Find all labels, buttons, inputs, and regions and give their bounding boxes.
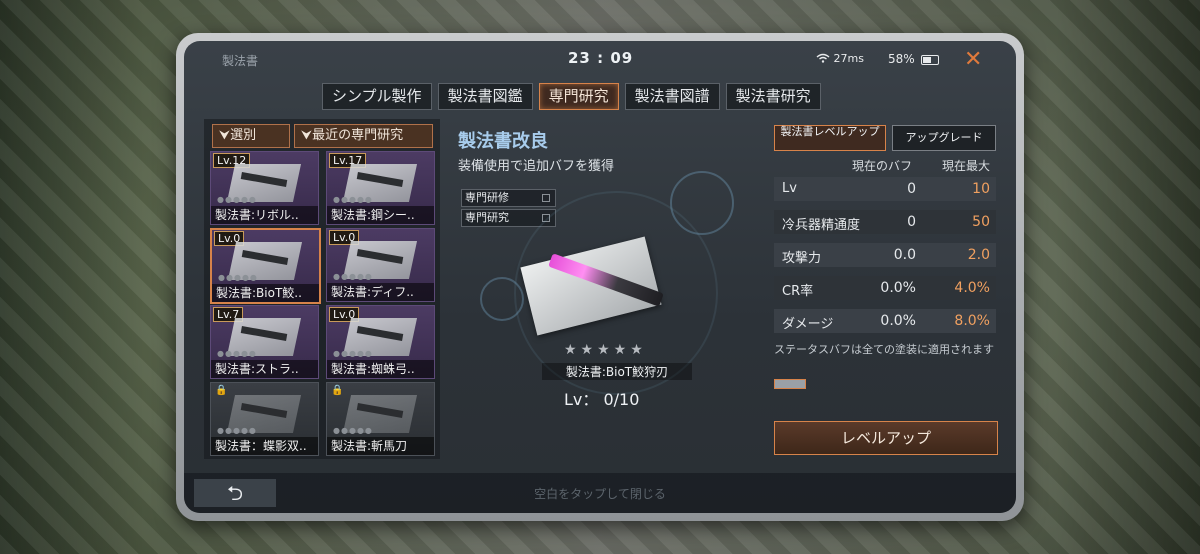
selected-item-name: 製法書:BioT鮫狩刃 [542,363,692,380]
tab-recipe-chart[interactable]: 製法書図譜 [624,83,720,110]
tab-specialty-research[interactable]: 専門研究 [538,83,619,110]
panel-title: 製法書改良 [458,131,548,152]
recipe-level-up-tab[interactable]: 製法書レベルアップ [774,125,886,151]
card-name: 製法書:蜘蛛弓.. [327,360,434,378]
stat-current: 0 [907,181,916,197]
card-name: 製法書:BioT鮫.. [212,284,319,302]
lock-icon: 🔒 [215,385,228,396]
close-icon[interactable]: ✕ [964,47,982,72]
stat-row: CR率 0.0% 4.0% [774,276,996,300]
window-title: 製法書 [222,54,259,68]
stat-row: 攻撃力 0.0 2.0 [774,243,996,267]
clock: 23 : 09 [568,49,634,67]
card-stars: ●●●●● [217,195,257,204]
paint-swatch[interactable] [774,379,806,389]
panel-subtitle: 装備使用で追加バフを獲得 [458,159,615,174]
stat-current: 0.0% [880,313,916,329]
status-bar: 製法書 23 : 09 27ms 58% ✕ [184,41,1016,79]
recipe-list-panel: ⮟選別 ⮟最近の専門研究 Lv.12 ●●●●● 製法書:リボル.. Lv.17 ●●●… [204,119,440,459]
device-frame: 製法書 23 : 09 27ms 58% ✕ シンプル製作 製法書図鑑 専門研究… [176,33,1024,521]
col-current-buff: 現在のバフ [852,159,913,173]
stat-max: 50 [972,214,990,230]
card-name: 製法書:ディフ.. [327,283,434,301]
chevron-down-icon: ⮟ [301,128,313,143]
battery-fill [923,57,932,63]
tab-recipe-research[interactable]: 製法書研究 [725,83,821,110]
card-stars: ●●●●● [218,273,258,282]
card-stars: ●●●●● [217,349,257,358]
battery-percent: 58% [888,52,915,66]
stat-row: Lv 0 10 [774,177,996,201]
tap-to-close-hint: 空白をタップして閉じる [534,487,666,501]
stat-current: 0.0 [893,247,916,263]
stat-max: 10 [972,181,990,197]
recipe-card[interactable]: Lv.12 ●●●●● 製法書:リボル.. [210,151,319,225]
stat-label: ダメージ [782,317,834,332]
selected-item-level: Lv： 0/10 [564,390,640,409]
stat-max: 8.0% [954,313,990,329]
stat-label: 攻撃力 [782,251,822,266]
upgrade-tab[interactable]: アップグレード [892,125,996,151]
stat-row: 冷兵器精通度 0 50 [774,210,996,234]
recent-research-button[interactable]: ⮟最近の専門研究 [294,124,433,148]
ping-value: 27ms [833,52,864,65]
col-current-max: 現在最大 [942,159,991,173]
battery-icon [921,55,939,65]
card-name: 製法書:鋼シー.. [327,206,434,224]
stat-max: 2.0 [967,247,990,263]
stat-current: 0 [907,214,916,230]
stat-label: Lv [782,181,797,196]
stat-row: ダメージ 0.0% 8.0% [774,309,996,333]
recipe-card[interactable]: Lv.0 ●●●●● 製法書:蜘蛛弓.. [326,305,435,379]
filter-button[interactable]: ⮟選別 [212,124,290,148]
card-stars: ●●●●● [333,195,373,204]
lock-icon: 🔒 [331,385,344,396]
star-rating: ★★★★★ [564,342,647,358]
recipe-card[interactable]: Lv.0 ●●●●● 製法書:ディフ.. [326,228,435,302]
card-stars: ●●●●● [333,349,373,358]
recipe-card[interactable]: 🔒 ●●●●● 製法書：蝶影双.. [210,382,319,456]
card-name: 製法書:リボル.. [211,206,318,224]
card-name: 製法書:斬馬刀 [327,437,434,455]
card-name: 製法書:ストラ.. [211,360,318,378]
wifi-icon: 27ms [816,52,864,65]
card-stars: ●●●●● [217,426,257,435]
card-stars: ●●●●● [333,426,373,435]
recipe-card[interactable]: 🔒 ●●●●● 製法書:斬馬刀 [326,382,435,456]
buff-note: ステータスバフは全ての塗装に適用されます [774,343,994,356]
stat-label: CR率 [782,284,814,299]
tab-bar: シンプル製作 製法書図鑑 専門研究 製法書図譜 製法書研究 [322,83,821,110]
stat-current: 0.0% [880,280,916,296]
tab-recipe-catalog[interactable]: 製法書図鑑 [437,83,533,110]
recipe-card[interactable]: Lv.17 ●●●●● 製法書:鋼シー.. [326,151,435,225]
label-specialty-training[interactable]: 専門研修 [461,189,556,207]
level-up-button[interactable]: レベルアップ [774,421,998,455]
chevron-down-icon: ⮟ [219,128,231,143]
stat-label: 冷兵器精通度 [782,218,861,233]
screen: 製法書 23 : 09 27ms 58% ✕ シンプル製作 製法書図鑑 専門研究… [184,41,1016,513]
recipe-card[interactable]: Lv.0 ●●●●● 製法書:BioT鮫.. [210,228,321,304]
bottom-bar: ⮌ 空白をタップして閉じる [184,473,1016,513]
stat-max: 4.0% [954,280,990,296]
tab-simple-craft[interactable]: シンプル製作 [322,83,432,110]
card-stars: ●●●●● [333,272,373,281]
card-name: 製法書：蝶影双.. [211,437,318,455]
recipe-card[interactable]: Lv.7 ●●●●● 製法書:ストラ.. [210,305,319,379]
